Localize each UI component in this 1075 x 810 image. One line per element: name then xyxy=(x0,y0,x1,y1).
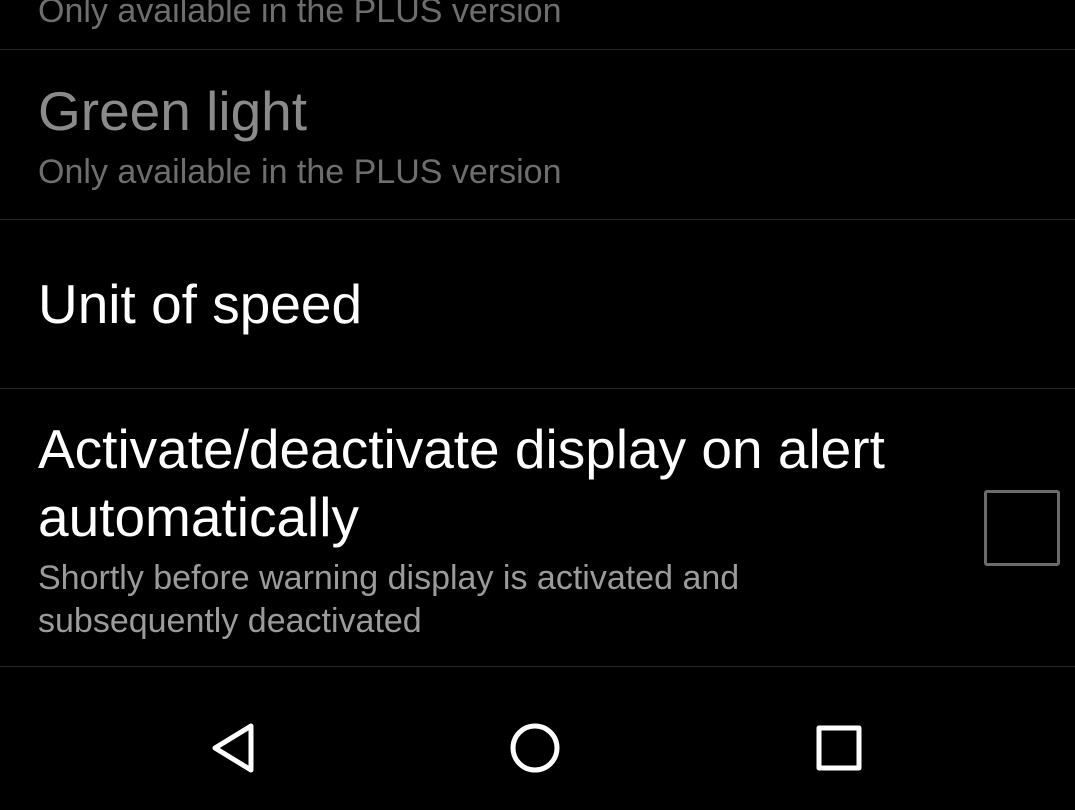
setting-green-light[interactable]: Green light Only available in the PLUS v… xyxy=(0,50,1075,220)
setting-unit-of-speed[interactable]: Unit of speed xyxy=(0,220,1075,389)
auto-display-checkbox[interactable] xyxy=(984,490,1060,566)
setting-green-light-title: Green light xyxy=(38,80,308,142)
setting-auto-display-title: Activate/deactivate display on alert aut… xyxy=(38,418,885,548)
square-recents-icon xyxy=(816,725,862,771)
triangle-back-icon xyxy=(212,723,254,773)
setting-green-light-summary: Only available in the PLUS version xyxy=(38,153,562,191)
setting-unit-of-speed-title: Unit of speed xyxy=(38,273,363,335)
recents-button[interactable] xyxy=(799,712,879,784)
setting-previous-summary: Only available in the PLUS version xyxy=(38,0,562,30)
home-button[interactable] xyxy=(495,712,575,784)
navigation-bar xyxy=(0,686,1075,810)
circle-home-icon xyxy=(510,723,560,773)
setting-auto-display[interactable]: Activate/deactivate display on alert aut… xyxy=(0,389,1075,667)
back-button[interactable] xyxy=(193,712,273,784)
setting-auto-display-summary: Shortly before warning display is activa… xyxy=(38,559,740,640)
setting-previous-item[interactable]: Only available in the PLUS version xyxy=(0,0,1075,50)
